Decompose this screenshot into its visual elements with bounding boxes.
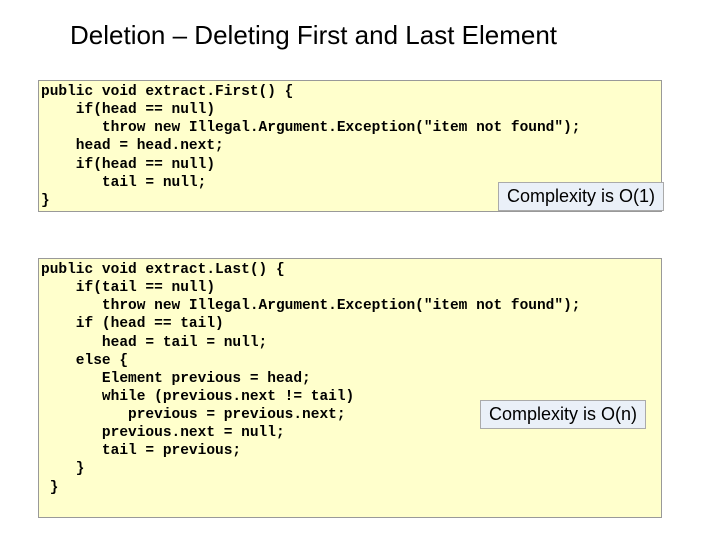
complexity-label-first: Complexity is O(1) xyxy=(498,182,664,211)
slide-title: Deletion – Deleting First and Last Eleme… xyxy=(70,20,557,51)
complexity-label-last: Complexity is O(n) xyxy=(480,400,646,429)
code-block-extract-last: public void extract.Last() { if(tail == … xyxy=(38,258,662,518)
